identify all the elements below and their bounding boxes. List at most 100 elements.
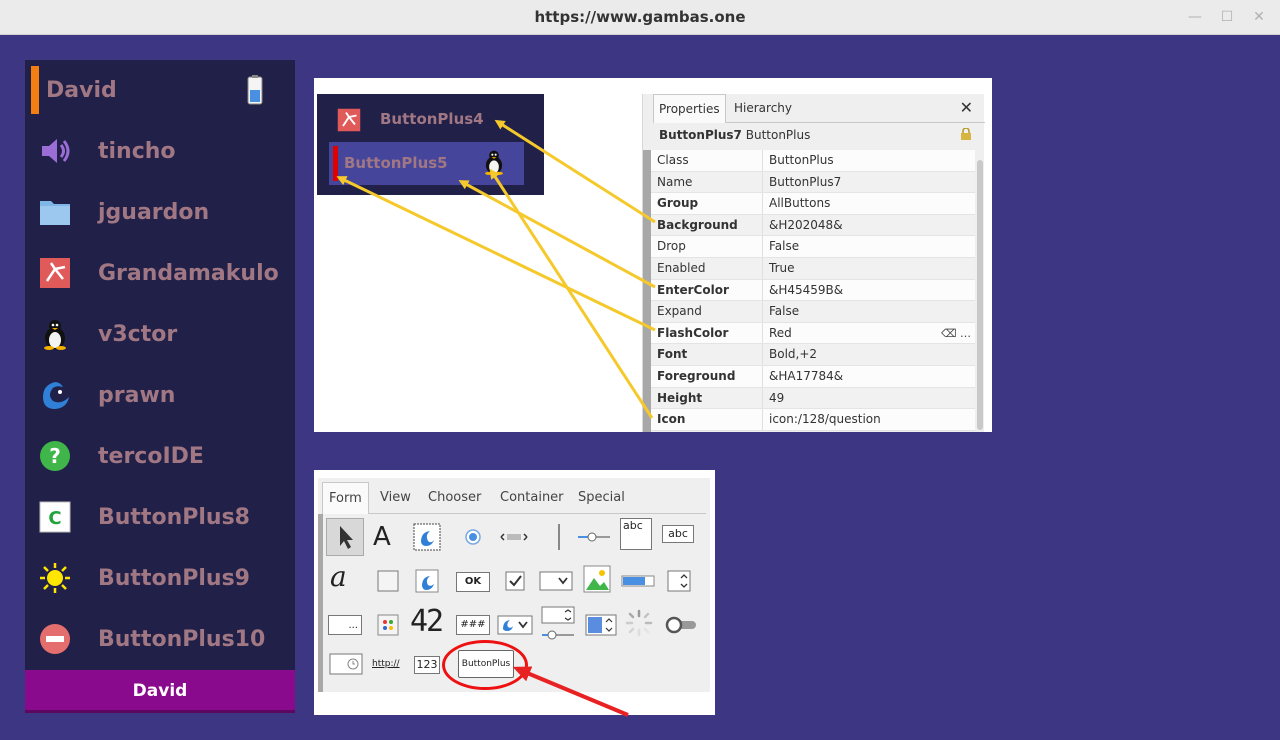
property-row[interactable]: Icon icon:/128/question <box>651 409 975 431</box>
image-tool[interactable] <box>582 564 612 594</box>
tab-view[interactable]: View <box>374 482 417 514</box>
clear-edit-icon[interactable]: ⌫ … <box>941 323 971 344</box>
lock-icon <box>961 128 971 140</box>
sidebar-item-buttonplus8[interactable]: C ButtonPlus8 <box>25 487 295 548</box>
demo-buttonplus5[interactable]: ButtonPlus5 <box>329 142 524 185</box>
checkbox-tool[interactable] <box>500 566 530 596</box>
sidebar-item-label: Grandamakulo <box>98 261 279 286</box>
folder-icon <box>40 201 70 225</box>
toolbox-gutter <box>318 514 323 692</box>
question-icon: ? <box>40 441 70 471</box>
property-name: Group <box>651 193 763 214</box>
property-scrollbar[interactable] <box>977 160 983 430</box>
tab-properties[interactable]: Properties <box>653 94 726 123</box>
pointer-tool[interactable] <box>326 518 364 556</box>
sidebar-item-buttonplus9[interactable]: ButtonPlus9 <box>25 548 295 609</box>
timebox-tool[interactable] <box>328 652 364 676</box>
property-name: Background <box>651 214 763 236</box>
radiobutton-tool[interactable] <box>458 522 488 552</box>
sliderbox-tool[interactable] <box>540 604 576 644</box>
sidebar-item-grandamakulo[interactable]: Grandamakulo <box>25 243 295 304</box>
textlabel-tool[interactable]: a <box>330 562 360 592</box>
toolbox-screenshot: Form View Chooser Container Special A ab… <box>314 470 715 715</box>
close-icon[interactable]: ✕ <box>960 98 973 117</box>
minimize-button[interactable]: — <box>1186 8 1204 26</box>
property-value[interactable]: ButtonPlus <box>763 150 975 171</box>
colorbutton-tool[interactable] <box>373 610 403 640</box>
sidebar-item-buttonplus10[interactable]: ButtonPlus10 <box>25 609 295 670</box>
slider-tool[interactable] <box>576 522 612 552</box>
sidebar-item-david[interactable]: David <box>25 60 295 121</box>
switchbutton-tool[interactable] <box>664 610 700 640</box>
valuebox-tool[interactable]: 123 <box>414 656 440 674</box>
sidebar-item-v3ctor[interactable]: v3ctor <box>25 304 295 365</box>
property-value[interactable]: &HA17784& <box>763 366 975 387</box>
colorbox-tool[interactable] <box>584 610 618 640</box>
textarea-tool[interactable]: abc <box>620 518 652 550</box>
sidebar-item-label: ButtonPlus10 <box>98 627 266 652</box>
demo-buttonplus4[interactable]: ButtonPlus4 <box>337 104 527 136</box>
moviebox-tool[interactable] <box>412 566 442 596</box>
sidebar-item-prawn[interactable]: prawn <box>25 365 295 426</box>
menubutton-tool[interactable] <box>496 610 534 640</box>
sidebar-item-label: prawn <box>98 383 176 408</box>
textbox-tool[interactable]: abc <box>662 525 694 543</box>
property-row[interactable]: FlashColor Red ⌫ … <box>651 322 975 345</box>
property-row[interactable]: EnterColor &H45459B& <box>651 279 975 302</box>
property-value-text: False <box>769 304 800 319</box>
button-tool[interactable]: OK <box>456 572 490 592</box>
maskbox-tool[interactable]: ### <box>456 615 490 635</box>
urllabel-tool[interactable]: http:// <box>372 654 404 674</box>
property-name: Name <box>651 171 763 193</box>
sidebar-item-tincho[interactable]: tincho <box>25 121 295 182</box>
property-name: Drop <box>651 236 763 257</box>
property-value[interactable]: &H202048& <box>763 215 975 236</box>
property-row[interactable]: Foreground &HA17784& <box>651 365 975 388</box>
close-button[interactable]: ✕ <box>1250 8 1268 26</box>
tab-hierarchy[interactable]: Hierarchy <box>729 94 797 123</box>
spinner-tool[interactable] <box>624 608 654 638</box>
maximize-button[interactable]: ☐ <box>1218 8 1236 26</box>
property-value[interactable]: &H45459B& <box>763 280 975 301</box>
spinbox-tool[interactable] <box>664 566 694 596</box>
label-tool[interactable]: A <box>373 522 403 552</box>
property-row[interactable]: Background &H202048& <box>651 214 975 237</box>
panel-tool[interactable] <box>373 566 403 596</box>
tab-special[interactable]: Special <box>572 482 631 514</box>
colorbox-icon <box>585 614 617 636</box>
property-value[interactable]: AllButtons <box>763 193 975 214</box>
property-row[interactable]: Height 49 <box>651 387 975 410</box>
property-value[interactable]: Bold,+2 <box>763 344 975 365</box>
buttonbox-tool[interactable]: ... <box>328 615 362 635</box>
progressbar-tool[interactable] <box>620 566 656 596</box>
property-value[interactable]: False <box>763 236 975 257</box>
property-row[interactable]: Font Bold,+2 <box>651 344 975 366</box>
clock-icon <box>329 653 363 675</box>
scrollbar-tool[interactable] <box>494 522 534 552</box>
lcdlabel-tool[interactable]: 42 <box>410 606 444 638</box>
picturebox-tool[interactable] <box>412 522 442 552</box>
combobox-tool[interactable] <box>538 566 574 596</box>
sidebar-item-jguardon[interactable]: jguardon <box>25 182 295 243</box>
property-row[interactable]: Name ButtonPlus7 <box>651 171 975 194</box>
tab-form[interactable]: Form <box>322 482 369 514</box>
property-value[interactable]: Red ⌫ … <box>763 323 975 344</box>
property-row[interactable]: Drop False <box>651 236 975 258</box>
sidebar-item-tercoide[interactable]: ? tercoIDE <box>25 426 295 487</box>
property-row[interactable]: Group AllButtons <box>651 193 975 215</box>
property-value[interactable]: ButtonPlus7 <box>763 172 975 193</box>
tab-chooser[interactable]: Chooser <box>422 482 487 514</box>
separator-tool[interactable] <box>544 522 574 552</box>
property-value[interactable]: False <box>763 301 975 322</box>
property-value-text: icon:/128/question <box>769 412 881 427</box>
tab-container[interactable]: Container <box>494 482 570 514</box>
property-row[interactable]: Class ButtonPlus <box>651 150 975 172</box>
property-value[interactable]: 49 <box>763 388 975 409</box>
toolbox-panel: Form View Chooser Container Special A ab… <box>318 478 710 692</box>
menubutton-icon <box>497 615 533 635</box>
property-row[interactable]: Expand False <box>651 301 975 323</box>
property-row[interactable]: Enabled True <box>651 257 975 280</box>
picturebox-icon <box>413 523 441 551</box>
property-value[interactable]: True <box>763 258 975 279</box>
property-value[interactable]: icon:/128/question <box>763 409 975 430</box>
